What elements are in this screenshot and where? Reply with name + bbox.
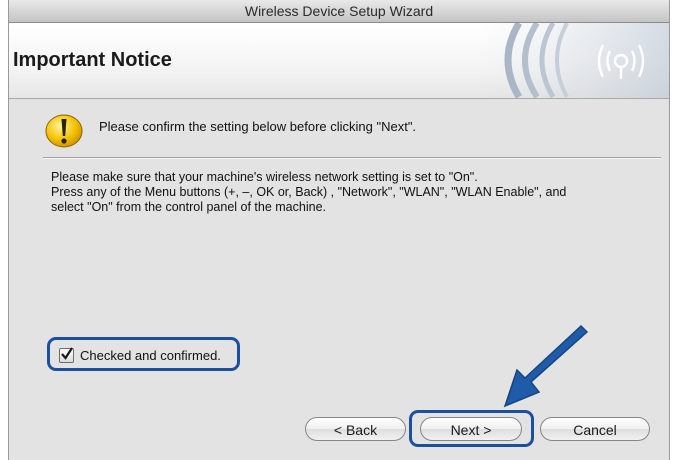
- page-title: Important Notice: [13, 49, 172, 71]
- back-button[interactable]: < Back: [305, 417, 406, 441]
- instructions-text: Please make sure that your machine's wir…: [51, 170, 651, 215]
- wireless-signal-icon: [479, 23, 669, 98]
- instructions-line-3: select "On" from the control panel of th…: [51, 200, 326, 214]
- header-banner: Important Notice: [9, 23, 669, 99]
- confirm-checkbox-label: Checked and confirmed.: [80, 348, 221, 363]
- confirm-checkbox-row[interactable]: Checked and confirmed.: [59, 347, 221, 363]
- checkmark-icon: [61, 347, 73, 360]
- wizard-content: Please confirm the setting below before …: [9, 99, 669, 460]
- instructions-line-2: Press any of the Menu buttons (+, –, OK …: [51, 185, 567, 199]
- cancel-button[interactable]: Cancel: [540, 417, 650, 441]
- wizard-window: Wireless Device Setup Wizard Important N…: [8, 0, 670, 460]
- divider: [43, 157, 661, 159]
- next-button[interactable]: Next >: [420, 417, 522, 441]
- window-title: Wireless Device Setup Wizard: [244, 3, 434, 19]
- notice-text: Please confirm the setting below before …: [99, 119, 417, 134]
- window-titlebar: Wireless Device Setup Wizard: [9, 0, 669, 23]
- arrow-pointer-icon: [503, 324, 589, 408]
- confirm-checkbox[interactable]: [59, 347, 74, 363]
- warning-icon: [45, 114, 83, 148]
- instructions-line-1: Please make sure that your machine's wir…: [51, 170, 478, 184]
